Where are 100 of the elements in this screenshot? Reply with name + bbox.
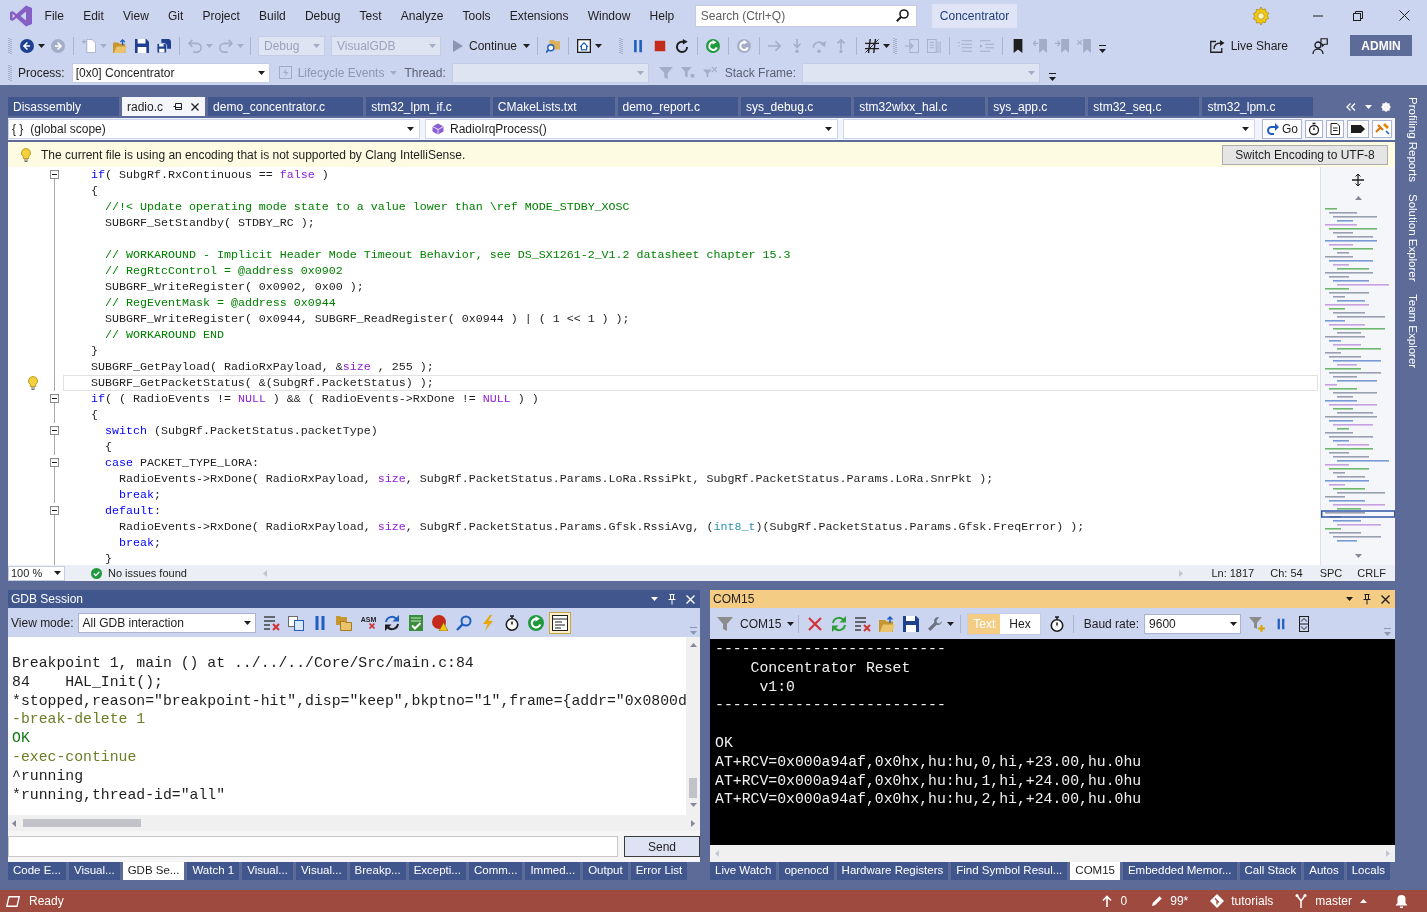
- issues-status[interactable]: No issues found: [108, 564, 187, 582]
- funnel-icon[interactable]: [717, 615, 733, 632]
- process-dropdown[interactable]: [0x0] Concentrator: [71, 62, 270, 83]
- collapse-icon[interactable]: [50, 394, 59, 403]
- mode-toggle[interactable]: Hex: [1000, 613, 1040, 634]
- zoom-dropdown[interactable]: 100 %: [8, 565, 65, 581]
- caret-icon[interactable]: [1346, 597, 1353, 601]
- document-tab[interactable]: demo_concentrator.c: [208, 97, 364, 116]
- lightbulb-icon[interactable]: [28, 376, 38, 390]
- command-input[interactable]: [8, 836, 618, 857]
- caret-icon[interactable]: [523, 43, 531, 48]
- caret-icon[interactable]: [595, 43, 603, 48]
- panel-tab[interactable]: Find Symbol Resul...: [951, 862, 1068, 880]
- document-tab[interactable]: Disassembly: [8, 97, 119, 116]
- stopwatch-icon[interactable]: [1048, 615, 1065, 632]
- stop-icon[interactable]: [653, 38, 667, 53]
- pause-icon[interactable]: [631, 38, 645, 53]
- stopwatch-icon[interactable]: [504, 614, 521, 631]
- panel-tab[interactable]: Visual...: [242, 862, 293, 880]
- panel-tab[interactable]: COM15: [1070, 862, 1120, 880]
- panel-tab[interactable]: Breakp...: [349, 862, 406, 880]
- panel-tab[interactable]: Hardware Registers: [836, 862, 949, 880]
- panel-tab[interactable]: Output: [583, 862, 628, 880]
- pin-icon[interactable]: [173, 102, 183, 111]
- switch-encoding-button[interactable]: Switch Encoding to UTF-8: [1222, 144, 1388, 165]
- menu-item[interactable]: Extensions: [500, 6, 579, 25]
- document-tab[interactable]: sys_debug.c: [740, 97, 852, 116]
- restart-icon[interactable]: [675, 38, 689, 53]
- stopwatch-icon[interactable]: [1305, 120, 1323, 138]
- hash-icon[interactable]: [865, 38, 879, 53]
- menu-item[interactable]: Test: [349, 6, 392, 25]
- menu-item[interactable]: Window: [578, 6, 640, 25]
- baud-rate-dropdown[interactable]: 9600: [1144, 613, 1242, 634]
- panel-tab[interactable]: Visual...: [68, 862, 120, 880]
- line-number[interactable]: Ln: 1817: [1211, 564, 1255, 582]
- scroll-down-icon[interactable]: [1354, 554, 1362, 558]
- panel-tab[interactable]: Live Watch: [710, 862, 777, 880]
- refresh-icon[interactable]: [706, 38, 720, 53]
- scroll-up-icon[interactable]: [689, 643, 697, 647]
- side-tab[interactable]: Team Explorer: [1406, 293, 1420, 368]
- arrows-cross-icon[interactable]: [1352, 174, 1364, 186]
- gear-icon[interactable]: [1252, 6, 1270, 25]
- panel-tab[interactable]: Comm...: [468, 862, 523, 880]
- pin-icon[interactable]: [1363, 593, 1371, 605]
- scrollbar-thumb[interactable]: [689, 778, 697, 798]
- function-dropdown[interactable]: RadioIrqProcess(): [425, 119, 838, 139]
- restore-icon[interactable]: [1353, 10, 1363, 21]
- changes-button[interactable]: 99*: [1151, 892, 1189, 910]
- grip-icon[interactable]: [8, 63, 12, 82]
- menu-item[interactable]: Help: [639, 6, 684, 25]
- refresh-icon[interactable]: [831, 615, 848, 632]
- window-icon[interactable]: [549, 611, 572, 634]
- menu-item[interactable]: Tools: [453, 6, 501, 25]
- menu-item[interactable]: Analyze: [391, 6, 453, 25]
- folders-icon[interactable]: [336, 614, 353, 631]
- sync-icon[interactable]: [384, 614, 401, 631]
- document-tab[interactable]: stm32_seq.c: [1088, 97, 1200, 116]
- document-tab[interactable]: demo_report.c: [617, 97, 738, 116]
- document-tab[interactable]: stm32_lpm.c: [1202, 97, 1314, 116]
- menu-item[interactable]: Edit: [73, 6, 114, 25]
- lines-x-icon[interactable]: [264, 614, 281, 631]
- side-tab[interactable]: Solution Explorer: [1406, 194, 1420, 282]
- back-icon[interactable]: [20, 38, 34, 53]
- panel-tab[interactable]: Error List: [630, 862, 688, 880]
- caret-icon[interactable]: [883, 43, 890, 48]
- menu-item[interactable]: File: [35, 6, 74, 25]
- line-ending[interactable]: CRLF: [1357, 564, 1386, 582]
- document-tab[interactable]: radio.c: [122, 97, 206, 116]
- document-tab[interactable]: CMakeLists.txt: [492, 97, 615, 116]
- save-icon[interactable]: [903, 615, 920, 632]
- circle-warning-icon[interactable]: [432, 614, 449, 631]
- checklist-icon[interactable]: [408, 614, 425, 631]
- panel-tab[interactable]: Call Stack: [1239, 862, 1302, 880]
- menu-item[interactable]: Project: [192, 6, 250, 25]
- open-folder-icon[interactable]: [879, 615, 896, 632]
- panel-tab[interactable]: openocd: [779, 862, 834, 880]
- x-icon[interactable]: [808, 616, 823, 631]
- panel-tab[interactable]: Watch 1: [187, 862, 240, 880]
- grip-icon[interactable]: [893, 36, 897, 55]
- document-tab[interactable]: stm32wlxx_hal.c: [854, 97, 986, 116]
- live-share-button[interactable]: Live Share: [1209, 34, 1288, 57]
- panel-tab[interactable]: Locals: [1346, 862, 1390, 880]
- person-icon[interactable]: [1312, 37, 1328, 54]
- close-icon[interactable]: [1399, 10, 1410, 21]
- bookmark-icon[interactable]: [1011, 38, 1025, 53]
- search-field[interactable]: Search (Ctrl+Q): [694, 4, 917, 27]
- scroll-right-icon[interactable]: [691, 819, 695, 827]
- close-icon[interactable]: [191, 102, 200, 111]
- collapse-icon[interactable]: [50, 506, 59, 515]
- port-dropdown[interactable]: COM15: [740, 614, 795, 633]
- refresh-icon[interactable]: [528, 614, 545, 631]
- document-tab[interactable]: stm32_lpm_if.c: [366, 97, 490, 116]
- panel-tab[interactable]: Visual...: [295, 862, 347, 880]
- panel-tab[interactable]: Embedded Memor...: [1122, 862, 1237, 880]
- search-icon[interactable]: [456, 614, 473, 631]
- minimize-icon[interactable]: [1313, 14, 1323, 17]
- collapse-icon[interactable]: [50, 170, 59, 179]
- scroll-down-icon[interactable]: [689, 803, 697, 807]
- save-icon[interactable]: [135, 38, 149, 53]
- panel-tab[interactable]: Immed...: [525, 862, 581, 880]
